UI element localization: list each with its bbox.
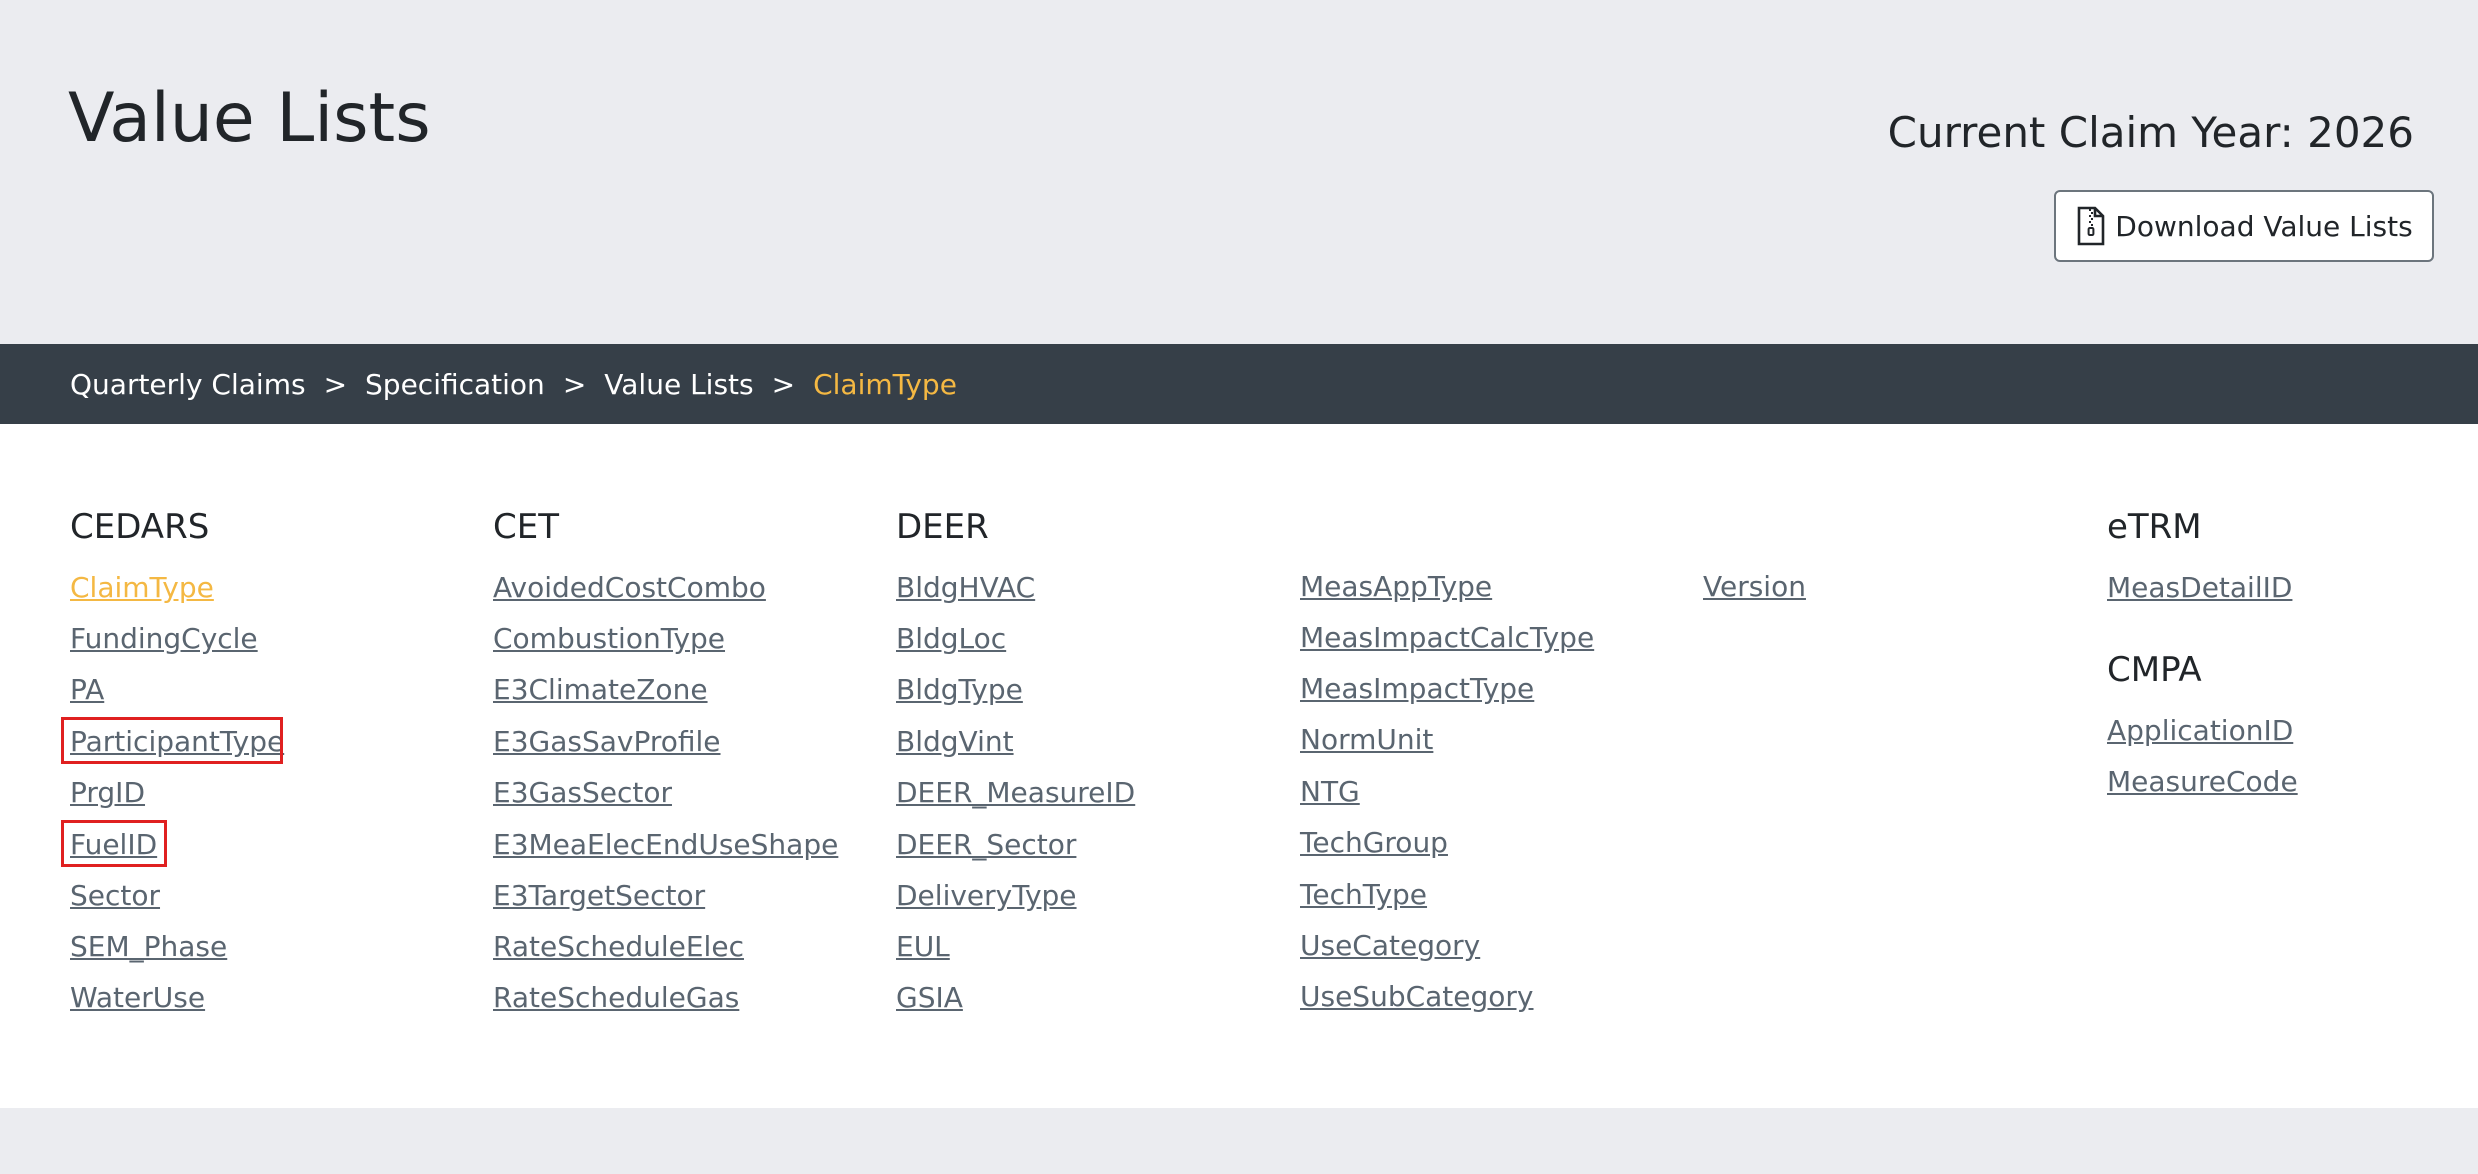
section-heading-cedars: CEDARS xyxy=(70,507,210,547)
link-bldgtype[interactable]: BldgType xyxy=(896,676,1023,704)
breadcrumb-separator: > xyxy=(771,367,796,401)
section-heading-cet: CET xyxy=(493,507,559,547)
link-pa[interactable]: PA xyxy=(70,676,104,704)
link-fundingcycle[interactable]: FundingCycle xyxy=(70,625,258,653)
link-eul[interactable]: EUL xyxy=(896,933,950,961)
link-measimpacttype[interactable]: MeasImpactType xyxy=(1300,675,1534,703)
file-zip-icon xyxy=(2077,206,2105,246)
link-e3gassavprofile[interactable]: E3GasSavProfile xyxy=(493,728,721,756)
breadcrumb: Quarterly Claims > Specification > Value… xyxy=(0,344,2478,424)
value-lists-content: CEDARS ClaimType FundingCycle PA Partici… xyxy=(0,424,2478,1108)
link-techtype[interactable]: TechType xyxy=(1300,881,1427,909)
link-participanttype[interactable]: ParticipantType xyxy=(70,728,284,756)
breadcrumb-value-lists[interactable]: Value Lists xyxy=(604,368,753,401)
breadcrumb-quarterly-claims[interactable]: Quarterly Claims xyxy=(70,368,306,401)
breadcrumb-specification[interactable]: Specification xyxy=(365,368,545,401)
current-claim-year: Current Claim Year: 2026 xyxy=(1887,108,2414,157)
link-e3meaelecendeuseshape[interactable]: E3MeaElecEndUseShape xyxy=(493,831,838,859)
link-rateschedulegas[interactable]: RateScheduleGas xyxy=(493,984,739,1012)
link-bldgloc[interactable]: BldgLoc xyxy=(896,625,1006,653)
section-heading-etrm: eTRM xyxy=(2107,507,2202,547)
breadcrumb-separator: > xyxy=(562,367,587,401)
link-ntg[interactable]: NTG xyxy=(1300,778,1360,806)
link-deliverytype[interactable]: DeliveryType xyxy=(896,882,1077,910)
link-combustiontype[interactable]: CombustionType xyxy=(493,625,725,653)
link-version[interactable]: Version xyxy=(1703,573,1806,601)
page-footer xyxy=(0,1108,2478,1174)
download-button-label: Download Value Lists xyxy=(2115,209,2413,243)
page-title: Value Lists xyxy=(68,79,431,158)
breadcrumb-current: ClaimType xyxy=(813,367,957,401)
download-value-lists-button[interactable]: Download Value Lists xyxy=(2054,190,2434,262)
link-claimtype[interactable]: ClaimType xyxy=(70,574,214,602)
link-techgroup[interactable]: TechGroup xyxy=(1300,829,1448,857)
link-gsia[interactable]: GSIA xyxy=(896,984,963,1012)
link-normunit[interactable]: NormUnit xyxy=(1300,726,1433,754)
link-avoidedcostcombo[interactable]: AvoidedCostCombo xyxy=(493,574,766,602)
link-deer-measureid[interactable]: DEER_MeasureID xyxy=(896,779,1135,807)
link-usecategory[interactable]: UseCategory xyxy=(1300,932,1480,960)
section-heading-cmpa: CMPA xyxy=(2107,650,2202,690)
link-measurecode[interactable]: MeasureCode xyxy=(2107,768,2298,796)
link-bldghvac[interactable]: BldgHVAC xyxy=(896,574,1035,602)
link-e3targetsector[interactable]: E3TargetSector xyxy=(493,882,705,910)
breadcrumb-separator: > xyxy=(323,367,348,401)
link-usesubcategory[interactable]: UseSubCategory xyxy=(1300,983,1534,1011)
link-e3climatezone[interactable]: E3ClimateZone xyxy=(493,676,708,704)
section-heading-deer: DEER xyxy=(896,507,989,547)
link-applicationid[interactable]: ApplicationID xyxy=(2107,717,2293,745)
link-sector[interactable]: Sector xyxy=(70,882,160,910)
link-measimpactcalctype[interactable]: MeasImpactCalcType xyxy=(1300,624,1594,652)
link-bldgvint[interactable]: BldgVint xyxy=(896,728,1014,756)
link-sem-phase[interactable]: SEM_Phase xyxy=(70,933,227,961)
link-measdetailid[interactable]: MeasDetailID xyxy=(2107,574,2292,602)
link-ratescheduleelec[interactable]: RateScheduleElec xyxy=(493,933,744,961)
link-wateruse[interactable]: WaterUse xyxy=(70,984,205,1012)
link-e3gassector[interactable]: E3GasSector xyxy=(493,779,672,807)
link-deer-sector[interactable]: DEER_Sector xyxy=(896,831,1076,859)
link-measapptype[interactable]: MeasAppType xyxy=(1300,573,1492,601)
page-header: Value Lists Current Claim Year: 2026 Dow… xyxy=(0,0,2478,344)
link-fuelid[interactable]: FuelID xyxy=(70,831,157,859)
link-prgid[interactable]: PrgID xyxy=(70,779,145,807)
